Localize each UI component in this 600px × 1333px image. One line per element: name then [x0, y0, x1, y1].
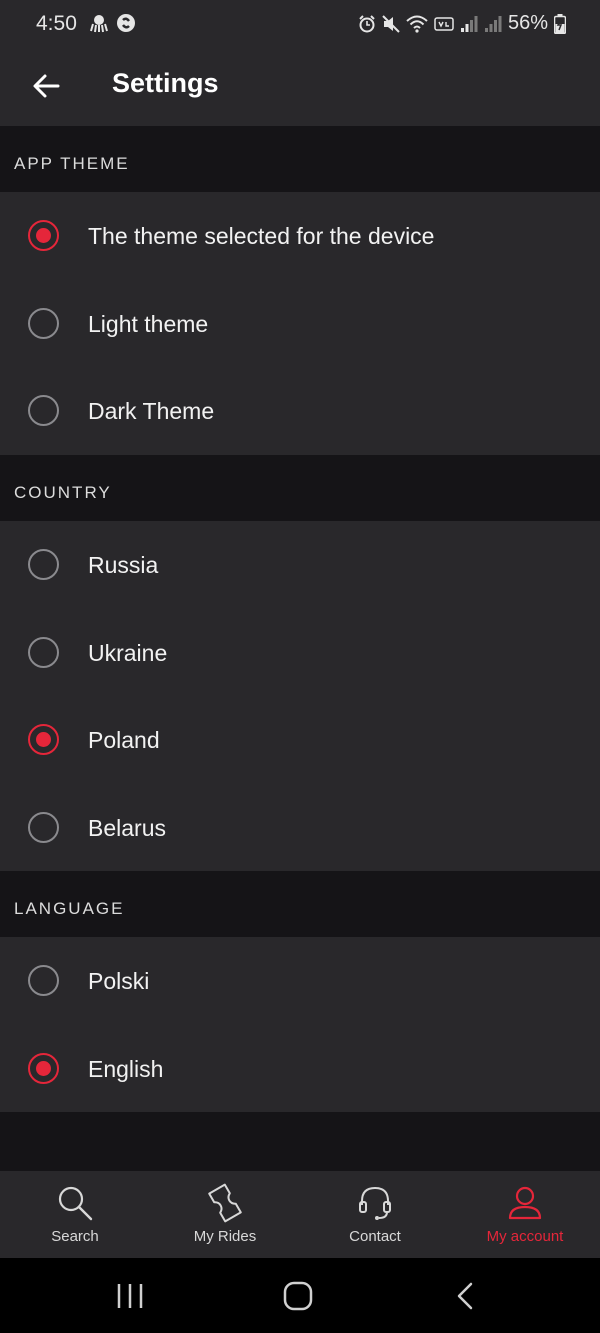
radio-option-russia[interactable]: Russia	[0, 521, 600, 609]
headset-icon	[359, 1186, 391, 1220]
option-label: Ukraine	[88, 639, 168, 666]
battery-percent: 56%	[507, 12, 548, 34]
nav-label: My account	[486, 1228, 564, 1245]
section-header-country: COUNTRY	[0, 455, 600, 521]
radio-option-device-theme[interactable]: The theme selected for the device	[0, 192, 600, 280]
shazam-icon	[117, 14, 135, 32]
option-label: Belarus	[88, 814, 166, 841]
language-options: Polski English	[0, 937, 600, 1112]
radio-option-ukraine[interactable]: Ukraine	[0, 609, 600, 697]
recent-apps-button[interactable]	[110, 1278, 150, 1314]
radio-button[interactable]	[28, 965, 59, 996]
radio-option-english[interactable]: English	[0, 1025, 600, 1113]
home-button[interactable]	[278, 1278, 318, 1314]
option-label: Poland	[88, 727, 160, 753]
battery-charging-icon	[554, 13, 566, 34]
status-bar: 4:50 56%	[0, 0, 600, 48]
radio-option-poland[interactable]: Poland	[0, 696, 600, 784]
back-button[interactable]	[26, 66, 66, 106]
radio-button[interactable]	[28, 307, 59, 339]
radio-option-light-theme[interactable]: Light theme	[0, 280, 600, 368]
ticket-icon	[208, 1183, 242, 1223]
back-icon	[457, 1282, 473, 1310]
octopus-icon	[90, 15, 108, 33]
option-label: Russia	[88, 552, 159, 578]
wifi-icon	[406, 15, 428, 33]
status-time: 4:50	[36, 12, 77, 35]
option-label: Polski	[88, 968, 150, 994]
radio-button[interactable]	[28, 636, 59, 668]
section-title: COUNTRY	[14, 483, 112, 502]
nav-item-search[interactable]: Search	[0, 1171, 150, 1258]
nav-item-my-account[interactable]: My account	[450, 1171, 600, 1258]
search-icon	[58, 1186, 93, 1221]
signal-icon	[484, 15, 502, 32]
radio-option-polski[interactable]: Polski	[0, 937, 600, 1025]
option-label: The theme selected for the device	[88, 223, 435, 249]
radio-button[interactable]	[28, 811, 59, 843]
nav-label: My Rides	[193, 1228, 257, 1245]
nav-item-contact[interactable]: Contact	[300, 1171, 450, 1258]
radio-button-selected[interactable]	[28, 1052, 59, 1084]
user-icon	[508, 1186, 542, 1220]
bottom-navigation: Search My Rides Contact My account	[0, 1171, 600, 1258]
system-back-button[interactable]	[446, 1278, 486, 1314]
radio-button-selected[interactable]	[28, 220, 59, 251]
radio-button[interactable]	[28, 549, 59, 580]
recent-apps-icon	[117, 1284, 143, 1308]
page-title: Settings	[112, 68, 219, 98]
nav-label: Search	[51, 1228, 99, 1245]
nav-item-my-rides[interactable]: My Rides	[150, 1171, 300, 1258]
app-theme-options: The theme selected for the device Light …	[0, 192, 600, 455]
mute-icon	[382, 14, 400, 33]
option-label: Dark Theme	[88, 398, 215, 424]
signal-icon	[460, 15, 478, 32]
system-navigation-bar	[0, 1258, 600, 1333]
app-bar: Settings	[0, 48, 600, 126]
home-icon	[283, 1281, 313, 1311]
volte-icon	[434, 16, 454, 31]
arrow-left-icon	[33, 74, 60, 98]
radio-option-belarus[interactable]: Belarus	[0, 784, 600, 872]
radio-button[interactable]	[28, 395, 59, 426]
section-title: LANGUAGE	[14, 899, 125, 918]
option-label: Light theme	[88, 310, 209, 337]
section-title: APP THEME	[14, 154, 130, 173]
radio-button-selected[interactable]	[28, 724, 59, 755]
country-options: Russia Ukraine Poland Belarus	[0, 521, 600, 871]
radio-option-dark-theme[interactable]: Dark Theme	[0, 367, 600, 455]
section-header-language: LANGUAGE	[0, 871, 600, 937]
option-label: English	[88, 1055, 164, 1082]
nav-label: Contact	[349, 1228, 401, 1245]
section-header-app-theme: APP THEME	[0, 126, 600, 192]
alarm-icon	[359, 14, 375, 32]
